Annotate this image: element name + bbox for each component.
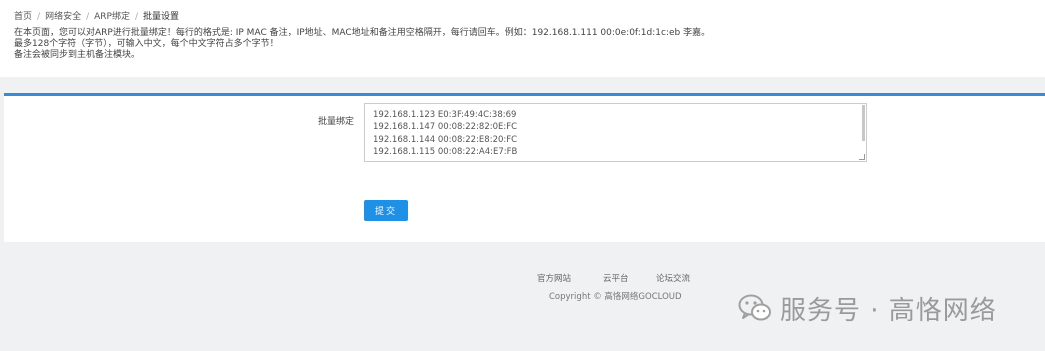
batch-binding-label: 批量绑定	[318, 117, 355, 127]
top-info-panel: 首页 / 网络安全 / ARP绑定 / 批量设置 在本页面，您可以对ARP进行批量绑定！每行…	[0, 0, 1045, 77]
submit-button[interactable]: 提交	[364, 200, 408, 221]
page-description: 在本页面，您可以对ARP进行批量绑定！每行的格式是: IP MAC 备注，IP地…	[14, 28, 710, 61]
binding-entry: 192.168.1.144 00:08:22:E8:20:FC	[373, 134, 518, 145]
watermark-text: 服务号 · 高恪网络	[780, 295, 997, 326]
batch-binding-textarea[interactable]: 192.168.1.123 E0:3F:49:4C:38:69 192.168.…	[364, 103, 867, 162]
footer-links: 官方网站 云平台 论坛交流	[0, 272, 1045, 284]
breadcrumb-separator: /	[86, 12, 90, 22]
binding-entry: 192.168.1.123 E0:3F:49:4C:38:69	[373, 110, 517, 120]
footer-link-forum[interactable]: 论坛交流	[656, 272, 690, 284]
breadcrumb: 首页 / 网络安全 / ARP绑定 / 批量设置	[14, 11, 179, 23]
breadcrumb-arp-binding[interactable]: ARP绑定	[94, 12, 130, 22]
breadcrumb-separator: /	[37, 12, 41, 22]
description-line-1: 在本页面，您可以对ARP进行批量绑定！每行的格式是: IP MAC 备注，IP地…	[14, 28, 711, 38]
watermark: 服务号 · 高恪网络	[738, 292, 997, 326]
footer-copyright: Copyright © 高恪网络GOCLOUD	[549, 292, 682, 302]
binding-entry: 192.168.1.115 00:08:22:A4:E7:FB	[373, 147, 518, 158]
footer-link-cloud-platform[interactable]: 云平台	[603, 272, 629, 284]
breadcrumb-current: 批量设置	[143, 12, 180, 22]
footer-link-official-site[interactable]: 官方网站	[537, 272, 571, 284]
description-line-3: 备注会被同步到主机备注模块。	[14, 50, 141, 60]
breadcrumb-separator: /	[134, 12, 139, 22]
wechat-icon	[738, 294, 771, 321]
textarea-scrollbar[interactable]	[862, 105, 865, 141]
breadcrumb-home[interactable]: 首页	[14, 12, 32, 22]
breadcrumb-network-security[interactable]: 网络安全	[45, 12, 81, 22]
resize-handle-icon[interactable]	[859, 154, 865, 160]
textarea-content: 192.168.1.123 E0:3F:49:4C:38:69 192.168.…	[373, 109, 517, 159]
binding-entry: 192.168.1.147 00:08:22:82:0E:FC	[373, 122, 518, 133]
description-line-2: 最多128个字符（字节），可输入中文，每个中文字符占多个字节！	[14, 39, 279, 49]
